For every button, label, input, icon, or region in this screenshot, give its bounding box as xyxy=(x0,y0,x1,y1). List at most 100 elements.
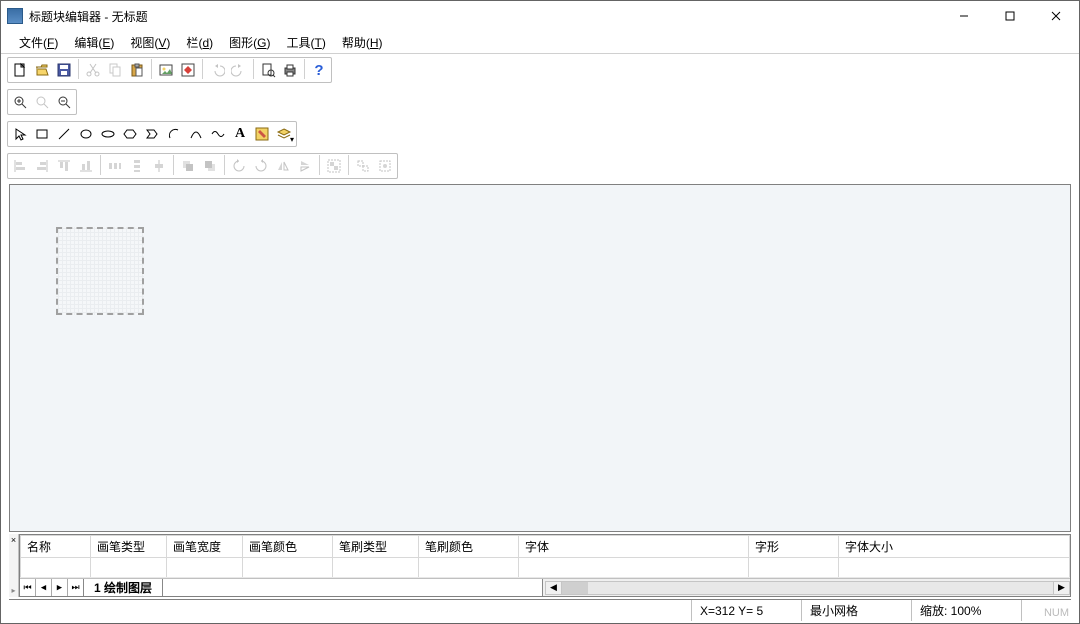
rotate-right-button[interactable] xyxy=(250,155,272,177)
col-pen-type[interactable]: 画笔类型 xyxy=(91,536,167,558)
ungroup-button[interactable] xyxy=(352,155,374,177)
panel-drag-handle[interactable]: ▸ xyxy=(11,586,15,595)
col-font-size[interactable]: 字体大小 xyxy=(839,536,1070,558)
hscroll-right[interactable]: ▶ xyxy=(1053,582,1069,594)
distribute-v-button[interactable] xyxy=(126,155,148,177)
tab-nav-last[interactable]: ⏭ xyxy=(68,579,84,596)
canvas[interactable] xyxy=(9,184,1071,532)
menu-shape[interactable]: 图形(G) xyxy=(221,32,278,53)
group-button[interactable] xyxy=(323,155,345,177)
hscroll-thumb[interactable] xyxy=(562,582,588,594)
toolbar-shapes: A ▾ xyxy=(1,118,1079,150)
properties-panel-strip: × ▸ 名称 画笔类型 画笔宽度 画笔颜色 笔刷类型 笔刷颜色 字体 xyxy=(9,534,1071,597)
tab-nav-prev[interactable]: ◀ xyxy=(36,579,52,596)
flip-h-button[interactable] xyxy=(272,155,294,177)
arc-tool[interactable] xyxy=(163,123,185,145)
window-controls xyxy=(941,1,1079,31)
app-window: 标题块编辑器 - 无标题 文件(F) 编辑(E) 视图(V) 栏(d) 图形(G… xyxy=(0,0,1080,624)
properties-panel: 名称 画笔类型 画笔宽度 画笔颜色 笔刷类型 笔刷颜色 字体 字形 字体大小 xyxy=(19,534,1071,597)
col-pen-width[interactable]: 画笔宽度 xyxy=(167,536,243,558)
rotate-left-button[interactable] xyxy=(228,155,250,177)
send-back-button[interactable] xyxy=(199,155,221,177)
toolbar-standard: ? xyxy=(1,54,1079,86)
recolor-button[interactable] xyxy=(177,59,199,81)
new-button[interactable] xyxy=(9,59,31,81)
line-tool[interactable] xyxy=(53,123,75,145)
col-name[interactable]: 名称 xyxy=(21,536,91,558)
chevron-tool[interactable] xyxy=(141,123,163,145)
fill-tool[interactable] xyxy=(251,123,273,145)
dropdown-icon: ▾ xyxy=(290,135,294,144)
statusbar: X=312 Y= 5 最小网格 缩放: 100% NUM xyxy=(9,599,1071,621)
panel-close-strip: × ▸ xyxy=(9,534,19,597)
curve-tool[interactable] xyxy=(185,123,207,145)
undo-button[interactable] xyxy=(206,59,228,81)
center-button[interactable] xyxy=(148,155,170,177)
hscroll-left[interactable]: ◀ xyxy=(546,582,562,594)
tab-label: 1 绘制图层 xyxy=(94,579,152,596)
snap-button[interactable] xyxy=(374,155,396,177)
menu-help[interactable]: 帮助(H) xyxy=(334,32,391,53)
panel-close-button[interactable]: × xyxy=(11,536,16,545)
print-preview-button[interactable] xyxy=(257,59,279,81)
flip-v-button[interactable] xyxy=(294,155,316,177)
zoom-fit-button[interactable] xyxy=(31,91,53,113)
minimize-button[interactable] xyxy=(941,1,987,31)
print-button[interactable] xyxy=(279,59,301,81)
text-icon: A xyxy=(235,126,245,142)
layers-tool[interactable]: ▾ xyxy=(273,123,295,145)
menu-tools[interactable]: 工具(T) xyxy=(278,32,333,53)
app-icon xyxy=(7,8,23,24)
status-coords: X=312 Y= 5 xyxy=(691,600,801,621)
copy-button[interactable] xyxy=(104,59,126,81)
col-font[interactable]: 字体 xyxy=(519,536,749,558)
col-brush-type[interactable]: 笔刷类型 xyxy=(333,536,419,558)
col-brush-color[interactable]: 笔刷颜色 xyxy=(419,536,519,558)
text-tool[interactable]: A xyxy=(229,123,251,145)
zoom-in-button[interactable] xyxy=(9,91,31,113)
status-zoom-value: 缩放: 100% xyxy=(920,602,981,619)
paste-button[interactable] xyxy=(126,59,148,81)
select-tool[interactable] xyxy=(9,123,31,145)
rect-tool[interactable] xyxy=(31,123,53,145)
zoom-out-button[interactable] xyxy=(53,91,75,113)
oval-tool[interactable] xyxy=(97,123,119,145)
open-button[interactable] xyxy=(31,59,53,81)
menu-column[interactable]: 栏(d) xyxy=(178,32,221,53)
wave-tool[interactable] xyxy=(207,123,229,145)
tab-layer-1[interactable]: 1 绘制图层 xyxy=(83,579,163,596)
title-block-placeholder[interactable] xyxy=(56,227,144,315)
help-button[interactable]: ? xyxy=(308,59,330,81)
save-button[interactable] xyxy=(53,59,75,81)
align-left-button[interactable] xyxy=(9,155,31,177)
insert-image-button[interactable] xyxy=(155,59,177,81)
toolbar-arrange xyxy=(1,150,1079,182)
hexagon-tool[interactable] xyxy=(119,123,141,145)
close-button[interactable] xyxy=(1033,1,1079,31)
toolbar-zoom xyxy=(1,86,1079,118)
cut-button[interactable] xyxy=(82,59,104,81)
maximize-button[interactable] xyxy=(987,1,1033,31)
tab-nav-first[interactable]: ⏮ xyxy=(20,579,36,596)
titlebar: 标题块编辑器 - 无标题 xyxy=(1,1,1079,31)
redo-button[interactable] xyxy=(228,59,250,81)
align-top-button[interactable] xyxy=(53,155,75,177)
bring-front-button[interactable] xyxy=(177,155,199,177)
panel-hscrollbar[interactable]: ◀ ▶ xyxy=(545,581,1070,595)
status-grid: 最小网格 xyxy=(801,600,911,621)
distribute-h-button[interactable] xyxy=(104,155,126,177)
menu-edit[interactable]: 编辑(E) xyxy=(66,32,122,53)
align-right-button[interactable] xyxy=(31,155,53,177)
col-pen-color[interactable]: 画笔颜色 xyxy=(243,536,333,558)
status-message xyxy=(9,600,691,621)
menu-file[interactable]: 文件(F) xyxy=(11,32,66,53)
align-bottom-button[interactable] xyxy=(75,155,97,177)
status-indicator-cell: NUM xyxy=(1021,600,1071,621)
menubar: 文件(F) 编辑(E) 视图(V) 栏(d) 图形(G) 工具(T) 帮助(H) xyxy=(1,31,1079,53)
col-font-style[interactable]: 字形 xyxy=(749,536,839,558)
layer-tabs: ⏮ ◀ ▶ ⏭ 1 绘制图层 ◀ ▶ xyxy=(20,578,1070,596)
ellipse-tool[interactable] xyxy=(75,123,97,145)
tab-nav-next[interactable]: ▶ xyxy=(52,579,68,596)
menu-view[interactable]: 视图(V) xyxy=(122,32,178,53)
table-row[interactable] xyxy=(21,558,1070,578)
